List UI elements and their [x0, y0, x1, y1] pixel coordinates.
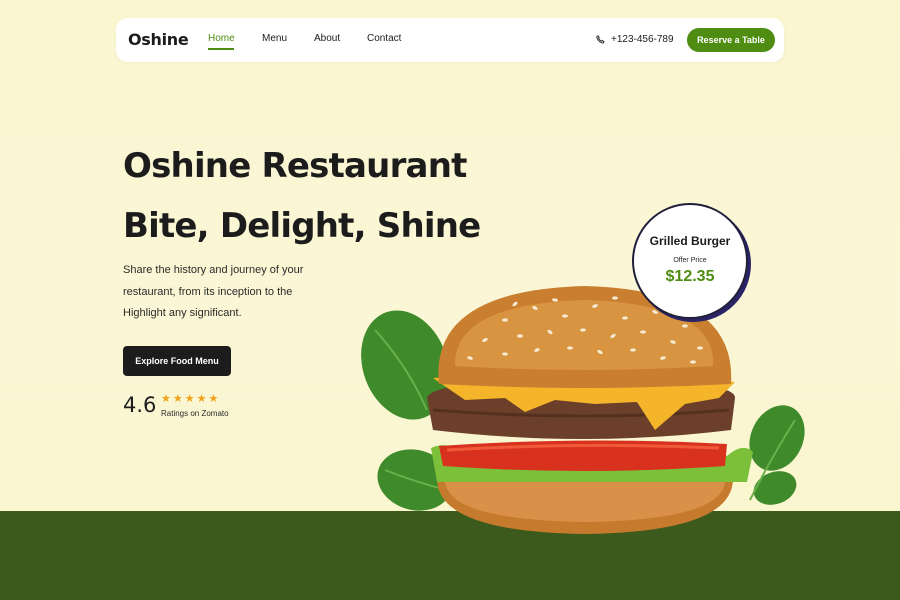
phone-icon: [596, 35, 605, 44]
offer-label: Offer Price: [673, 257, 707, 264]
nav-link-contact[interactable]: Contact: [367, 33, 401, 44]
explore-food-menu-button[interactable]: Explore Food Menu: [123, 346, 231, 376]
offer-badge: Grilled Burger Offer Price $12.35: [632, 203, 748, 319]
hero-title-line-2: Bite, Delight, Shine: [123, 206, 481, 246]
hero-title-line-1: Oshine Restaurant: [123, 146, 467, 186]
active-nav-indicator: [208, 48, 234, 50]
burger-image: [361, 286, 805, 534]
nav-link-home[interactable]: Home: [208, 33, 235, 44]
hero-description: Share the history and journey of your re…: [123, 264, 304, 319]
rating-source: Ratings on Zomato: [161, 409, 229, 418]
hero-title: Oshine Restaurant Bite, Delight, Shine: [123, 136, 523, 256]
offer-item-name: Grilled Burger: [649, 234, 731, 248]
rating-stars: ★★★★★: [161, 393, 221, 405]
offer-price: $12.35: [665, 268, 715, 285]
reserve-table-button[interactable]: Reserve a Table: [687, 28, 775, 52]
phone-number: +123-456-789: [611, 34, 674, 45]
brand-logo[interactable]: Oshine: [128, 30, 189, 49]
navbar: Oshine Home Menu About Contact +123-456-…: [116, 18, 784, 62]
rating-value: 4.6: [123, 393, 157, 417]
nav-link-menu[interactable]: Menu: [262, 33, 287, 44]
phone-contact[interactable]: +123-456-789: [596, 34, 674, 45]
nav-link-about[interactable]: About: [314, 33, 340, 44]
